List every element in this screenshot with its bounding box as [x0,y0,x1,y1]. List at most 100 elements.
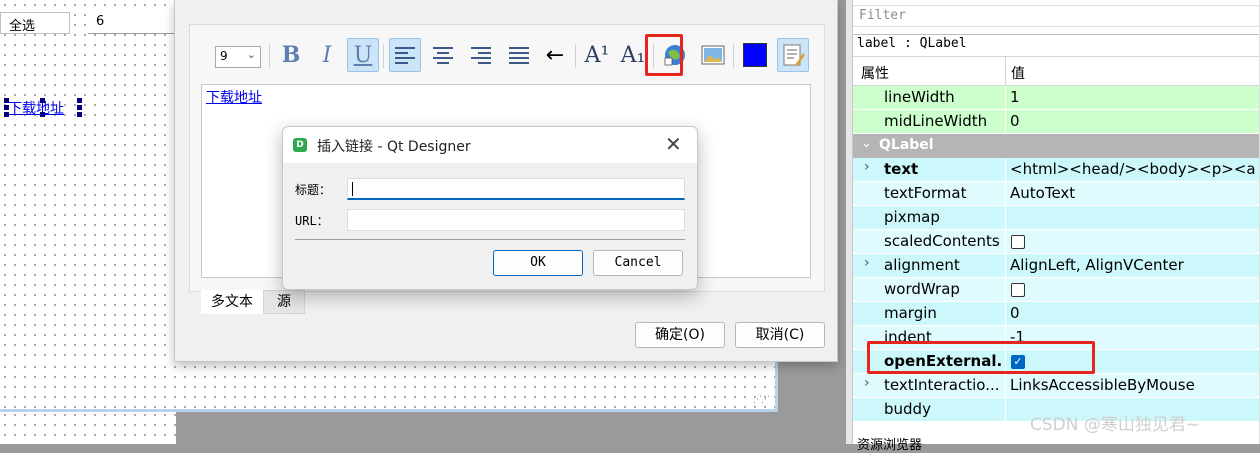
highlight-box [867,341,1095,374]
chevron-down-icon[interactable]: ⌄ [861,136,872,151]
value-divider [1005,158,1006,182]
property-value[interactable]: 1 [1010,88,1020,106]
toolbar-separator [383,44,384,68]
selection-handle[interactable] [40,98,45,103]
value-divider [1005,278,1006,302]
simplify-rich-text-icon [783,44,805,67]
property-name: textFormat [884,184,967,202]
align-center-icon [433,47,453,64]
link-cancel-button[interactable]: Cancel [593,250,683,276]
object-class-label: label : QLabel [853,34,1260,54]
value-divider [1005,302,1006,326]
ok-button[interactable]: 确定(O) [635,322,725,348]
property-value[interactable]: AlignLeft, AlignVCenter [1010,256,1184,274]
chevron-right-icon[interactable]: › [864,159,870,175]
tab-rich-text[interactable]: 多文本 [201,290,263,314]
toolbar-separator [575,44,576,68]
canvas-link-label[interactable]: 下载地址 [8,98,64,118]
insert-image-button[interactable] [697,38,729,72]
dialog-titlebar: D 插入链接 - Qt Designer ✕ [283,127,697,163]
property-name: margin [884,304,937,322]
property-row-scaledcontents[interactable]: scaledContents [853,230,1260,254]
selection-handle[interactable] [4,98,9,103]
text-caret [352,182,353,196]
property-value[interactable]: AutoText [1010,184,1075,202]
selection-handle[interactable] [4,112,9,117]
property-column-title: 属性 [861,66,889,82]
filter-input[interactable]: Filter [853,5,1260,27]
value-divider [1005,254,1006,278]
property-row-wordwrap[interactable]: wordWrap [853,278,1260,302]
word-wrap-checkbox[interactable] [1011,283,1025,297]
title-input[interactable] [347,178,685,200]
chevron-right-icon[interactable]: › [864,375,870,391]
superscript-icon: A¹ [584,42,610,68]
resize-grip-icon[interactable]: ⋰⋰ [753,395,770,405]
property-column-header: 属性 值 [853,56,1260,87]
divider [295,239,685,240]
property-group-qlabel[interactable]: ⌄ QLabel [853,134,1260,158]
qt-designer-app-icon: D [293,138,307,152]
chevron-right-icon[interactable]: › [864,255,870,271]
property-row-text[interactable]: › text <html><head/><body><p><a hre [853,158,1260,182]
selection-handle[interactable] [40,112,45,117]
align-center-button[interactable] [427,38,459,72]
property-row-textformat[interactable]: textFormat AutoText [853,182,1260,206]
font-size-combo[interactable]: 9 ⌄ [215,46,261,68]
text-color-button[interactable] [739,38,771,72]
selection-handle[interactable] [77,98,82,103]
bold-button[interactable]: B [275,38,307,72]
column-divider[interactable] [1005,57,1006,87]
selection-handle[interactable] [77,105,82,110]
value-divider [1005,230,1006,254]
form-canvas-bottom: ⋰⋰ [0,362,778,412]
selection-handle[interactable] [4,105,9,110]
property-row-textinteractionflags[interactable]: › textInteractio... LinksAccessibleByMou… [853,374,1260,398]
watermark-text: CSDN @寒山独见君~ [1030,415,1201,435]
value-divider [1005,206,1006,230]
simplify-rich-text-button[interactable] [777,38,809,72]
property-row[interactable]: lineWidth 1 [853,86,1260,110]
property-row[interactable]: midLineWidth 0 [853,110,1260,134]
font-size-value: 9 [220,49,228,63]
property-name: midLineWidth [884,112,988,130]
property-row-alignment[interactable]: › alignment AlignLeft, AlignVCenter [853,254,1260,278]
property-value[interactable]: <html><head/><body><p><a hre [1010,160,1260,178]
value-divider [1005,374,1006,398]
property-name: wordWrap [884,280,960,298]
text-direction-button[interactable]: ← [539,38,571,72]
insert-image-icon [701,45,725,65]
align-right-icon [471,47,491,64]
justify-icon [509,47,529,64]
url-input[interactable] [347,209,685,231]
property-name: pixmap [884,208,940,226]
value-column-title: 值 [1011,66,1025,82]
property-row-margin[interactable]: margin 0 [853,302,1260,326]
insert-link-dialog: D 插入链接 - Qt Designer ✕ 标题： URL： OK Cance… [282,126,698,290]
align-right-button[interactable] [465,38,497,72]
select-all-checkbox[interactable]: 全选 [0,12,70,34]
italic-icon: I [322,42,332,68]
value-divider [1005,110,1006,134]
property-value[interactable]: LinksAccessibleByMouse [1010,376,1195,394]
toolbar-separator [269,44,270,68]
property-row-pixmap[interactable]: pixmap [853,206,1260,230]
superscript-button[interactable]: A¹ [581,38,613,72]
justify-button[interactable] [503,38,535,72]
rich-text-toolbar: 9 ⌄ B I U ← A¹ A₁ [189,38,809,78]
scaled-contents-checkbox[interactable] [1011,235,1025,249]
align-left-button[interactable] [389,38,421,72]
property-value[interactable]: 0 [1010,304,1020,322]
tab-source[interactable]: 源 [263,290,305,314]
editor-link-text[interactable]: 下载地址 [206,87,262,107]
text-direction-icon: ← [545,42,565,68]
spin-box[interactable]: 6 [88,12,188,34]
close-icon[interactable]: ✕ [665,132,682,156]
link-ok-button[interactable]: OK [493,250,583,276]
underline-button[interactable]: U [347,38,379,72]
property-name: lineWidth [884,88,955,106]
cancel-button[interactable]: 取消(C) [735,322,825,348]
italic-button[interactable]: I [311,38,343,72]
selection-handle[interactable] [77,112,82,117]
property-value[interactable]: 0 [1010,112,1020,130]
